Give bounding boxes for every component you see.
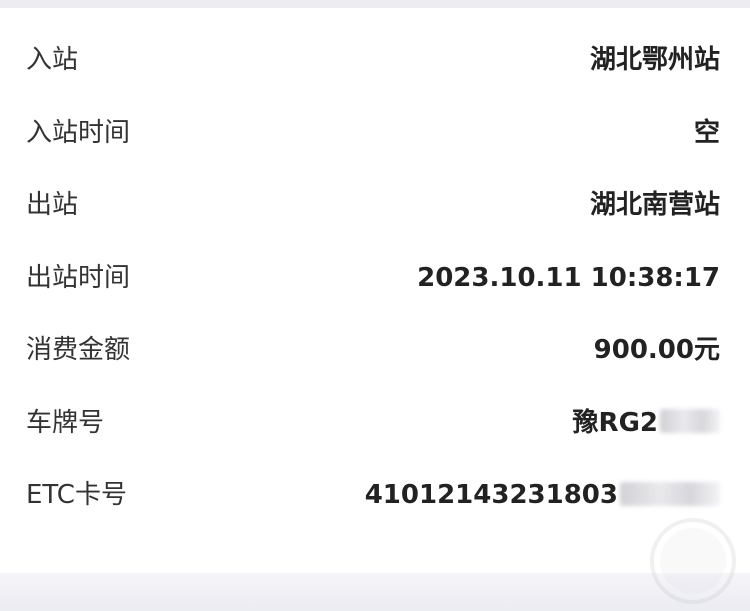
amount-row: 消费金额 900.00元: [0, 332, 750, 405]
entry-time-label: 入站时间: [26, 117, 131, 148]
etc-card-value: 41012143231803: [364, 480, 618, 510]
etc-card-label: ETC卡号: [26, 480, 127, 510]
transaction-detail-card: 入站 湖北鄂州站 入站时间 空 出站 湖北南营站 出站时间 2023.10.11…: [0, 8, 750, 573]
exit-station-label: 出站: [26, 190, 79, 220]
bottom-strip: [0, 573, 750, 611]
watermark-logo: [650, 518, 736, 604]
plate-number-label: 车牌号: [26, 407, 105, 438]
exit-station-value: 湖北南营站: [589, 190, 720, 220]
plate-number-value: 豫RG2: [572, 407, 658, 438]
entry-time-row: 入站时间 空: [0, 115, 750, 188]
detail-list: 入站 湖北鄂州站 入站时间 空 出站 湖北南营站 出站时间 2023.10.11…: [0, 42, 750, 550]
watermark-seal: [660, 528, 726, 594]
exit-time-value: 2023.10.11 10:38:17: [417, 262, 720, 293]
entry-time-value: 空: [693, 117, 720, 148]
amount-value: 900.00元: [593, 335, 720, 365]
exit-station-row: 出站 湖北南营站: [0, 187, 750, 260]
exit-time-label: 出站时间: [26, 262, 131, 293]
exit-time-row: 出站时间 2023.10.11 10:38:17: [0, 260, 750, 333]
etc-card-row: ETC卡号 41012143231803: [0, 477, 750, 550]
entry-station-value: 湖北鄂州站: [589, 45, 720, 75]
plate-number-redaction: [660, 409, 720, 433]
plate-number-row: 车牌号 豫RG2: [0, 405, 750, 478]
entry-station-label: 入站: [26, 45, 79, 75]
etc-card-value-wrap: 41012143231803: [365, 468, 720, 522]
entry-station-row: 入站 湖北鄂州站: [0, 42, 750, 115]
plate-number-value-wrap: 豫RG2: [573, 396, 720, 450]
amount-label: 消费金额: [26, 335, 131, 365]
etc-card-redaction: [620, 481, 720, 506]
